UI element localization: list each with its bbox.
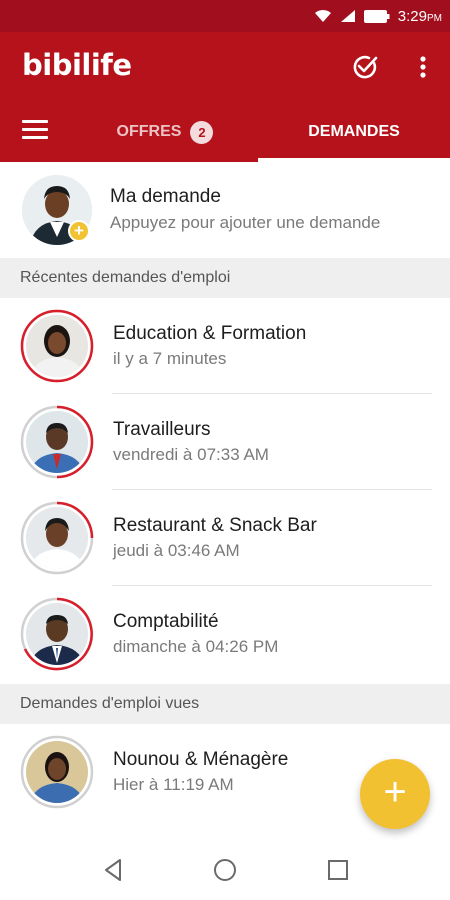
list-item[interactable]: Travailleurs vendredi à 07:33 AM: [0, 394, 450, 490]
status-bar: 3:29PM: [0, 0, 450, 32]
avatar: [26, 507, 88, 569]
menu-icon[interactable]: [22, 120, 48, 144]
check-circle-icon[interactable]: [350, 52, 380, 82]
item-title: Restaurant & Snack Bar: [113, 515, 317, 536]
item-time: jeudi à 03:46 AM: [113, 541, 240, 560]
app-bar: bibilife: [0, 32, 450, 102]
battery-icon: [363, 9, 390, 23]
item-time: vendredi à 07:33 AM: [113, 445, 269, 464]
tab-offres-label: OFFRES: [116, 123, 182, 140]
list-item[interactable]: Restaurant & Snack Bar jeudi à 03:46 AM: [0, 490, 450, 586]
status-time: 3:29PM: [397, 7, 442, 25]
section-header-viewed: Demandes d'emploi vues: [0, 684, 450, 724]
avatar: [26, 411, 88, 473]
app-title: bibilife: [22, 48, 132, 82]
section-recent-label: Récentes demandes d'emploi: [20, 269, 231, 286]
my-request-row[interactable]: + Ma demande Appuyez pour ajouter une de…: [0, 162, 450, 258]
list-item[interactable]: Education & Formation il y a 7 minutes: [0, 298, 450, 394]
tabs-bar: OFFRES 2 DEMANDES: [0, 102, 450, 162]
my-request-title: Ma demande: [110, 186, 221, 207]
home-icon[interactable]: [211, 856, 239, 884]
recents-icon[interactable]: [324, 856, 352, 884]
add-badge-icon: +: [68, 220, 90, 242]
item-title: Comptabilité: [113, 611, 219, 632]
section-viewed-label: Demandes d'emploi vues: [20, 695, 200, 712]
my-request-subtitle: Appuyez pour ajouter une demande: [110, 213, 381, 232]
item-title: Nounou & Ménagère: [113, 749, 289, 770]
item-title: Travailleurs: [113, 419, 211, 440]
list-item[interactable]: Comptabilité dimanche à 04:26 PM: [0, 586, 450, 682]
item-time: dimanche à 04:26 PM: [113, 637, 279, 656]
avatar: [26, 741, 88, 803]
plus-icon: +: [383, 770, 407, 814]
avatar: [26, 603, 88, 665]
more-vert-icon[interactable]: [408, 52, 438, 82]
back-icon[interactable]: [100, 856, 128, 884]
tab-demandes-label: DEMANDES: [308, 123, 400, 140]
avatar: [26, 315, 88, 377]
offres-count-badge: 2: [190, 120, 214, 144]
tab-demandes[interactable]: DEMANDES: [258, 102, 450, 162]
add-request-button[interactable]: +: [360, 759, 430, 829]
wifi-icon: [314, 9, 331, 22]
signal-icon: [340, 10, 355, 22]
item-time: Hier à 11:19 AM: [113, 775, 234, 794]
navigation-bar: [0, 840, 450, 900]
section-header-recent: Récentes demandes d'emploi: [0, 258, 450, 298]
item-time: il y a 7 minutes: [113, 349, 227, 368]
item-title: Education & Formation: [113, 323, 307, 344]
tab-offres[interactable]: OFFRES 2: [100, 102, 230, 162]
